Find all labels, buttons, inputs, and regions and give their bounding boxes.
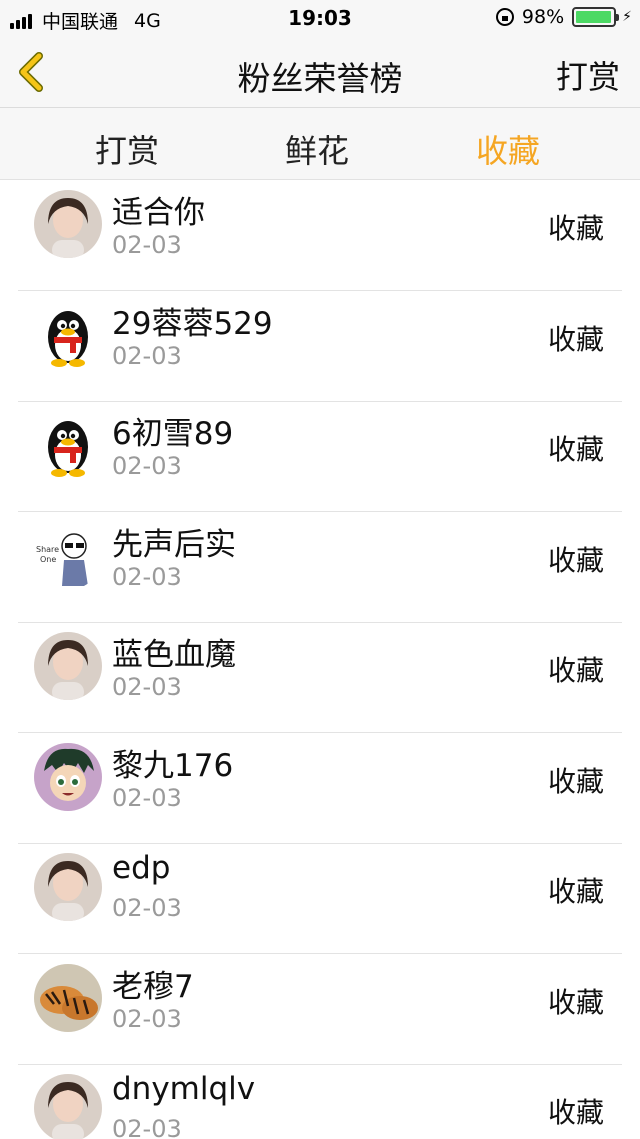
photo-avatar (34, 1074, 102, 1139)
reward-button[interactable]: 打赏 (556, 52, 620, 98)
list-item[interactable]: 老穆7 02-03 收藏 (0, 955, 640, 1065)
fan-date: 02-03 (112, 341, 182, 370)
fan-name: 老穆7 (112, 968, 194, 1005)
charging-icon: ⚡ (622, 9, 632, 25)
battery-percent: 98% (521, 6, 565, 28)
fan-name: 先声后实 (112, 526, 236, 563)
battery-icon (572, 7, 620, 27)
fan-name: 适合你 (112, 195, 205, 231)
fan-name: 蓝色血魔 (112, 637, 236, 673)
fan-date: 02-03 (112, 231, 182, 259)
status-bar: 中国联通 4G 19:03 98% ⚡ (0, 0, 640, 36)
fan-date: 02-03 (112, 894, 182, 922)
list-item[interactable]: edp 02-03 收藏 (0, 844, 640, 954)
fan-name: 29蓉蓉529 (112, 305, 273, 342)
list-item[interactable]: 黎九176 02-03 收藏 (0, 734, 640, 844)
fan-action: 收藏 (547, 764, 604, 798)
svg-text:One: One (40, 555, 56, 564)
fan-action: 收藏 (547, 985, 604, 1019)
fan-list: 适合你 02-03 收藏 29蓉蓉529 02-03 收藏 6初雪89 02-0… (0, 181, 640, 1139)
list-item[interactable]: dnymlqlv 02-03 收藏 (0, 1065, 640, 1139)
tiger-avatar (34, 963, 102, 1032)
list-item[interactable]: 蓝色血魔 02-03 收藏 (0, 623, 640, 733)
list-item[interactable]: 29蓉蓉529 02-03 收藏 (0, 292, 640, 402)
fan-action: 收藏 (547, 543, 604, 577)
list-item[interactable]: 6初雪89 02-03 收藏 (0, 402, 640, 512)
fan-action: 收藏 (547, 654, 604, 687)
sketch-avatar: Share One (34, 521, 102, 590)
penguin-avatar (34, 411, 102, 479)
fan-date: 02-03 (112, 1004, 182, 1033)
list-item[interactable]: Share One 先声后实 02-03 收藏 (0, 513, 640, 623)
battery-fill (576, 11, 612, 23)
photo-avatar (34, 853, 102, 921)
fan-action: 收藏 (547, 212, 604, 245)
fan-name: 黎九176 (112, 747, 234, 784)
fan-date: 02-03 (112, 1115, 182, 1139)
fan-date: 02-03 (112, 673, 182, 701)
nav-bar: 粉丝荣誉榜 打赏 (0, 36, 640, 108)
fan-name: 6初雪89 (112, 416, 234, 452)
tab-favorites[interactable]: 收藏 (476, 126, 540, 172)
fan-name: edp (112, 850, 171, 886)
tab-bar: 打赏 鲜花 收藏 (0, 108, 640, 180)
svg-text:Share: Share (36, 545, 59, 554)
fan-date: 02-03 (112, 452, 182, 480)
penguin-avatar (34, 300, 102, 369)
fan-action: 收藏 (547, 433, 604, 466)
fan-action: 收藏 (547, 875, 604, 908)
fan-action: 收藏 (547, 1096, 604, 1129)
status-right: 98% ⚡ (495, 6, 632, 28)
fan-date: 02-03 (112, 783, 182, 812)
tab-flowers[interactable]: 鲜花 (285, 126, 349, 172)
fan-action: 收藏 (547, 322, 604, 356)
fan-date: 02-03 (112, 562, 182, 591)
tab-reward[interactable]: 打赏 (95, 126, 159, 172)
orientation-lock-icon (495, 8, 514, 26)
page-title: 粉丝荣誉榜 (237, 59, 403, 98)
cartoon-avatar (34, 742, 102, 811)
list-item[interactable]: 适合你 02-03 收藏 (0, 181, 640, 291)
photo-avatar (34, 632, 102, 700)
fan-name: dnymlqlv (112, 1071, 256, 1107)
photo-avatar (34, 190, 102, 258)
